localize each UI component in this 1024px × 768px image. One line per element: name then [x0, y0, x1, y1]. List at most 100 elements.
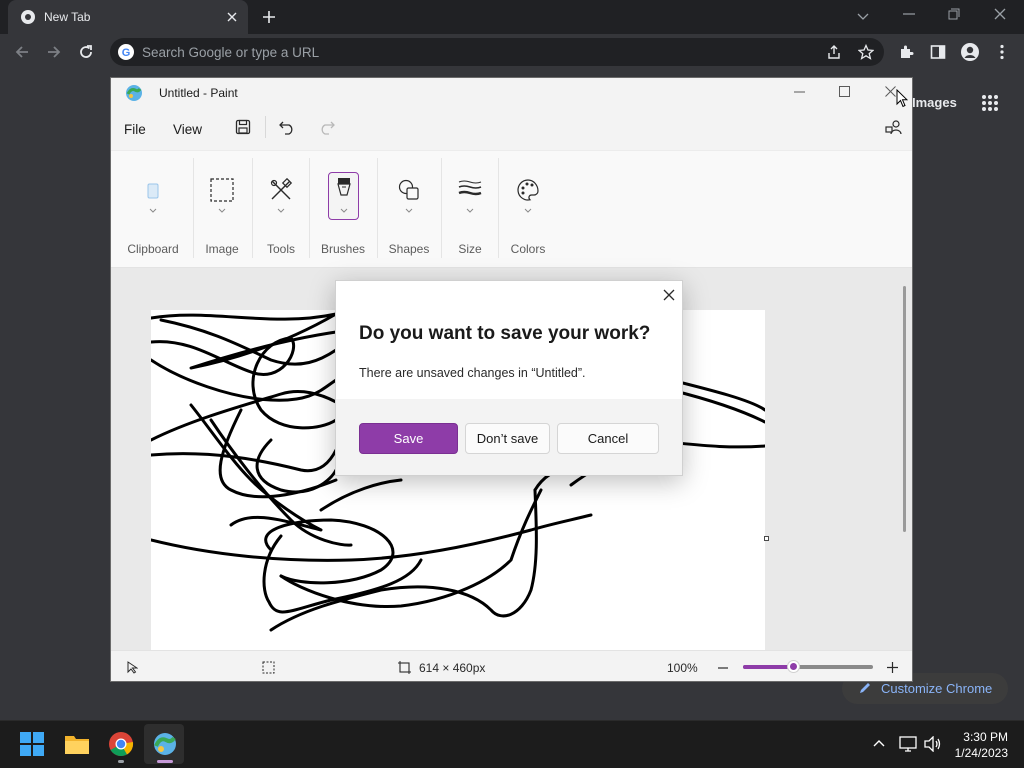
chevron-down-icon	[340, 208, 348, 213]
zoom-in-icon[interactable]	[887, 662, 898, 673]
customize-chrome-label: Customize Chrome	[881, 681, 993, 696]
brush-icon	[335, 177, 353, 201]
ribbon-group-brushes[interactable]: Brushes	[314, 168, 372, 264]
palette-icon	[516, 178, 540, 202]
save-button[interactable]: Save	[359, 423, 458, 454]
share-icon[interactable]	[826, 44, 842, 60]
clock-time[interactable]: 3:30 PM	[960, 730, 1008, 744]
canvas-resize-handle[interactable]	[764, 536, 769, 541]
paint-maximize-icon[interactable]	[839, 86, 850, 97]
ribbon-group-size[interactable]: Size	[446, 168, 494, 264]
ribbon-divider	[377, 158, 378, 258]
ribbon-label-tools: Tools	[266, 242, 295, 256]
file-explorer-icon[interactable]	[64, 732, 90, 756]
select-icon	[210, 178, 234, 202]
ribbon-group-tools[interactable]: Tools	[257, 168, 305, 264]
chevron-down-icon	[524, 208, 532, 213]
show-hidden-icons-icon[interactable]	[873, 739, 885, 747]
dialog-message: There are unsaved changes in “Untitled”.	[359, 366, 586, 380]
clipboard-icon	[146, 182, 160, 200]
reload-icon[interactable]	[78, 44, 94, 60]
window-minimize-icon[interactable]	[903, 13, 915, 15]
ribbon-label-colors: Colors	[510, 242, 546, 256]
chevron-down-icon	[218, 208, 226, 213]
tab-new-tab[interactable]: New Tab	[8, 0, 248, 34]
paint-icon[interactable]	[152, 731, 178, 757]
ribbon-group-colors[interactable]: Colors	[503, 168, 553, 264]
side-panel-icon[interactable]	[930, 44, 946, 60]
tab-search-icon[interactable]	[857, 10, 869, 22]
dialog-close-icon[interactable]	[663, 289, 675, 301]
close-tab-icon[interactable]	[226, 11, 238, 23]
svg-text:G: G	[122, 47, 131, 59]
ribbon-group-image[interactable]: Image	[198, 168, 246, 264]
accounts-icon[interactable]	[885, 119, 902, 136]
ribbon-group-clipboard[interactable]: Clipboard	[117, 168, 189, 264]
chrome-menu-icon[interactable]	[1000, 44, 1004, 60]
active-indicator	[157, 760, 173, 763]
window-restore-icon[interactable]	[948, 8, 960, 20]
volume-icon[interactable]	[924, 736, 942, 752]
ribbon-divider	[498, 158, 499, 258]
new-tab-icon[interactable]	[262, 10, 276, 24]
vertical-scrollbar[interactable]	[903, 286, 906, 532]
images-link[interactable]: Images	[912, 95, 957, 110]
zoom-slider-thumb[interactable]	[788, 661, 799, 672]
size-icon	[458, 180, 482, 198]
save-changes-dialog: Do you want to save your work? There are…	[335, 280, 683, 476]
zoom-percent-text: 100%	[667, 661, 698, 675]
paint-minimize-icon[interactable]	[794, 91, 805, 93]
cursor-position-icon	[127, 661, 138, 674]
chevron-down-icon	[277, 208, 285, 213]
paint-app-icon	[125, 84, 143, 102]
file-menu[interactable]: File	[124, 122, 146, 137]
back-icon[interactable]	[14, 44, 30, 60]
window-close-icon[interactable]	[994, 8, 1006, 20]
ribbon-divider	[193, 158, 194, 258]
zoom-out-icon[interactable]	[718, 667, 728, 669]
ribbon-divider	[252, 158, 253, 258]
running-indicator	[118, 760, 124, 763]
ribbon-label-size: Size	[458, 242, 482, 256]
google-apps-icon[interactable]	[981, 94, 999, 112]
ribbon-divider	[309, 158, 310, 258]
undo-icon[interactable]	[279, 119, 296, 135]
save-icon[interactable]	[235, 119, 251, 135]
bookmark-star-icon[interactable]	[858, 44, 874, 60]
canvas-size-icon	[398, 661, 411, 674]
tools-icon	[269, 178, 293, 202]
selection-size-icon	[262, 661, 275, 674]
forward-icon[interactable]	[46, 44, 62, 60]
zoom-slider-fill	[743, 665, 794, 669]
address-bar-placeholder: Search Google or type a URL	[142, 45, 320, 60]
google-icon: G	[118, 44, 134, 60]
cancel-button[interactable]: Cancel	[557, 423, 659, 454]
pencil-icon	[858, 681, 872, 695]
chevron-down-icon	[466, 208, 474, 213]
chevron-down-icon	[149, 208, 157, 213]
network-icon[interactable]	[899, 736, 917, 752]
profile-avatar-icon[interactable]	[960, 42, 980, 62]
extensions-icon[interactable]	[898, 44, 914, 60]
ribbon-label-image: Image	[205, 242, 239, 256]
view-menu[interactable]: View	[173, 122, 202, 137]
ribbon-label-brushes: Brushes	[320, 242, 366, 256]
tab-title: New Tab	[44, 10, 91, 24]
menu-divider	[265, 116, 266, 138]
clock-date[interactable]: 1/24/2023	[950, 746, 1008, 760]
ribbon-group-shapes[interactable]: Shapes	[383, 168, 435, 264]
mouse-pointer-icon	[896, 89, 908, 108]
chevron-down-icon	[405, 208, 413, 213]
dont-save-button[interactable]: Don’t save	[465, 423, 550, 454]
ribbon-divider	[441, 158, 442, 258]
chrome-icon[interactable]	[108, 731, 134, 757]
ribbon-label-clipboard: Clipboard	[127, 242, 179, 256]
paint-close-icon[interactable]	[885, 86, 896, 97]
redo-icon[interactable]	[318, 119, 335, 135]
dialog-title: Do you want to save your work?	[359, 323, 651, 344]
canvas-size-text: 614 × 460px	[419, 661, 486, 675]
shapes-icon	[397, 178, 421, 202]
ribbon-label-shapes: Shapes	[388, 242, 430, 256]
start-icon[interactable]	[20, 732, 44, 756]
chrome-tab-icon	[20, 9, 36, 25]
